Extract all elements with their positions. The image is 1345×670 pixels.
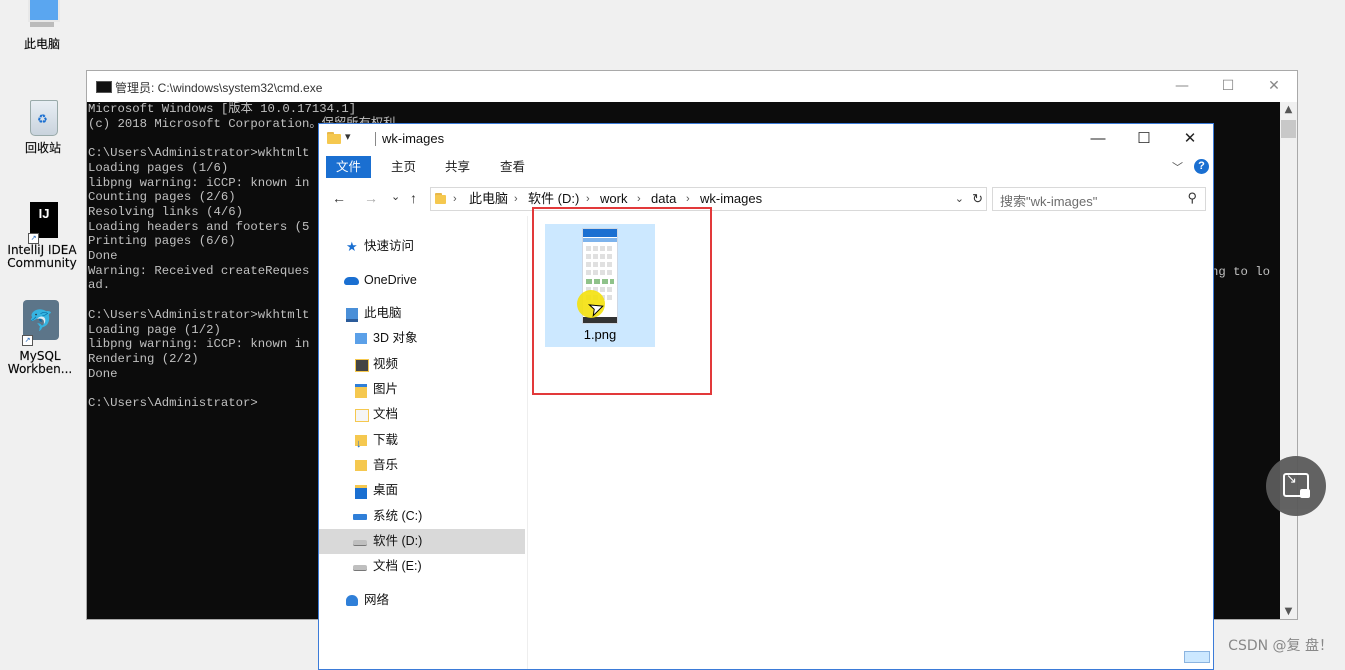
search-box[interactable]: 搜索"wk-images" ⚲ <box>992 187 1206 211</box>
recycle-bin-icon: ♻ <box>27 98 59 138</box>
sidebar-item-quick-access[interactable]: ★ 快速访问 <box>319 234 525 259</box>
explorer-titlebar[interactable]: ▾ wk-images — ☐ ✕ <box>319 124 1213 154</box>
cmd-app-icon <box>96 81 112 93</box>
scroll-thumb[interactable] <box>1281 120 1296 138</box>
sidebar-item-drive-e[interactable]: 文档 (E:) <box>319 554 525 579</box>
breadcrumb-this-pc[interactable]: 此电脑 <box>469 188 508 210</box>
sidebar-item-onedrive[interactable]: OneDrive <box>319 268 525 293</box>
sidebar-item-network[interactable]: 网络 <box>319 588 525 613</box>
help-icon[interactable]: ? <box>1194 159 1209 174</box>
sidebar-item-desktop[interactable]: 桌面 <box>319 478 525 503</box>
sidebar-item-documents[interactable]: 文档 <box>319 402 525 427</box>
music-icon <box>355 460 367 471</box>
sidebar-item-videos[interactable]: 视频 <box>319 352 525 377</box>
sidebar-item-drive-c[interactable]: 系统 (C:) <box>319 504 525 529</box>
mysql-workbench-icon: 🐬 ↗ <box>20 300 60 346</box>
cmd-line: Microsoft Windows [版本 10.0.17134.1] <box>88 102 357 116</box>
explorer-window[interactable]: ▾ wk-images — ☐ ✕ 文件 主页 共享 查看 ﹀ ? ← → ⌄ … <box>318 123 1214 670</box>
cmd-title: 管理员: C:\windows\system32\cmd.exe <box>115 81 323 95</box>
desktop-icon-this-pc[interactable]: 此电脑 <box>0 0 84 51</box>
desktop-icon-mysql-workbench[interactable]: 🐬 ↗ MySQL Workben... <box>0 300 82 376</box>
download-icon <box>355 432 367 457</box>
drive-icon <box>353 565 367 571</box>
tab-home[interactable]: 主页 <box>383 156 424 178</box>
cloud-icon <box>344 277 359 285</box>
desktop-icon <box>355 485 367 499</box>
cmd-output-overflow: ng to lo <box>1211 265 1271 279</box>
expand-ribbon-icon[interactable]: ﹀ <box>1172 159 1183 175</box>
back-button[interactable]: ← <box>332 190 346 206</box>
star-icon: ★ <box>346 239 358 254</box>
desktop-icon-intellij[interactable]: IJ ↗ IntelliJ IDEA Community <box>0 202 84 270</box>
shortcut-arrow-icon: ↗ <box>28 233 39 244</box>
refresh-icon[interactable]: ↻ <box>972 188 983 210</box>
scroll-up-icon[interactable]: ▲ <box>1280 104 1297 115</box>
explorer-close-button[interactable]: ✕ <box>1167 124 1213 154</box>
intellij-idea-icon: IJ ↗ <box>24 202 60 244</box>
sidebar-item-3d-objects[interactable]: 3D 对象 <box>319 326 525 351</box>
watermark: CSDN @复 盘！ <box>1228 638 1333 654</box>
cmd-maximize-button[interactable]: ☐ <box>1205 71 1251 102</box>
cmd-titlebar[interactable]: 管理员: C:\windows\system32\cmd.exe — ☐ ✕ <box>87 71 1297 102</box>
address-dropdown-icon[interactable]: ⌄ <box>955 188 964 210</box>
folder-icon <box>327 132 341 144</box>
navigation-bar: ← → ⌄ ↑ › 此电脑 › 软件 (D:) › work › data › … <box>319 184 1213 214</box>
desktop-icon-recycle-bin[interactable]: ♻ 回收站 <box>1 98 85 155</box>
ribbon-tabs: 文件 主页 共享 查看 ﹀ ? <box>319 155 1213 179</box>
navigation-pane: ★ 快速访问 OneDrive 此电脑 3D 对象 视频 图片 文档 ↓ 下载 … <box>319 216 528 669</box>
tab-view[interactable]: 查看 <box>492 156 533 178</box>
view-toggle-button[interactable] <box>1184 651 1210 663</box>
title-separator <box>375 132 376 146</box>
scroll-down-icon[interactable]: ▼ <box>1280 606 1297 617</box>
sidebar-item-this-pc[interactable]: 此电脑 <box>319 301 525 326</box>
video-icon <box>355 359 369 372</box>
sidebar-item-downloads[interactable]: 下载 <box>319 428 525 457</box>
up-button[interactable]: ↑ <box>410 190 417 206</box>
3d-objects-icon <box>355 333 367 344</box>
search-icon[interactable]: ⚲ <box>1187 190 1197 206</box>
cmd-minimize-button[interactable]: — <box>1159 71 1205 102</box>
network-icon <box>346 595 358 606</box>
system-drive-icon <box>353 514 367 520</box>
sidebar-item-pictures[interactable]: 图片 <box>319 377 525 402</box>
tab-file[interactable]: 文件 <box>326 156 372 178</box>
documents-icon <box>355 409 369 422</box>
folder-icon <box>435 193 446 204</box>
highlight-box <box>532 207 712 395</box>
explorer-maximize-button[interactable]: ☐ <box>1121 124 1167 154</box>
explorer-minimize-button[interactable]: — <box>1075 124 1121 154</box>
tab-share[interactable]: 共享 <box>437 156 478 178</box>
restore-window-icon <box>1283 472 1310 498</box>
explorer-title: wk-images <box>382 131 445 146</box>
computer-icon <box>346 308 358 322</box>
picture-in-picture-button[interactable] <box>1266 456 1326 516</box>
search-placeholder: 搜索"wk-images" <box>1000 194 1098 209</box>
cmd-scrollbar[interactable]: ▲ ▼ <box>1280 102 1297 619</box>
forward-button[interactable]: → <box>364 190 378 206</box>
cmd-close-button[interactable]: ✕ <box>1251 71 1297 102</box>
sidebar-item-drive-d[interactable]: 软件 (D:) <box>319 529 525 554</box>
computer-icon <box>24 0 60 34</box>
recent-locations-button[interactable]: ⌄ <box>391 190 400 203</box>
shortcut-arrow-icon: ↗ <box>22 335 33 346</box>
pictures-icon <box>355 384 367 398</box>
sidebar-item-music[interactable]: 音乐 <box>319 453 525 478</box>
quick-access-toolbar-dropdown[interactable]: ▾ <box>345 130 351 143</box>
drive-icon <box>353 540 367 546</box>
